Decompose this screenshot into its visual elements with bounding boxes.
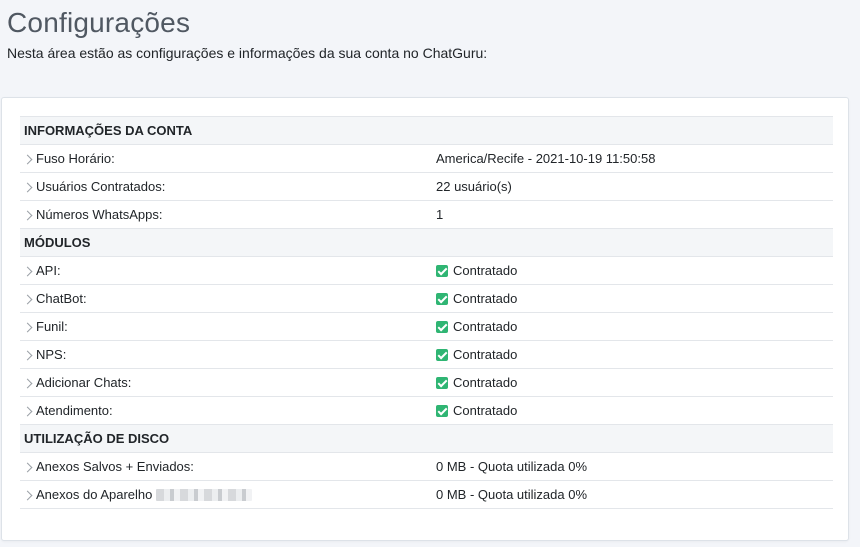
row-label: Números WhatsApps: — [36, 207, 163, 222]
chevron-right-icon — [22, 182, 33, 193]
row-label: Funil: — [36, 319, 68, 334]
table-row: Usuários Contratados: 22 usuário(s) — [20, 172, 833, 201]
chevron-right-icon — [22, 406, 33, 417]
section-heading: INFORMAÇÕES DA CONTA — [20, 116, 833, 145]
page-subtitle: Nesta área estão as configurações e info… — [7, 45, 488, 61]
table-row: Funil: Contratado — [20, 312, 833, 341]
section-modules: MÓDULOS — [20, 228, 833, 257]
section-heading: MÓDULOS — [20, 228, 833, 257]
row-label: NPS: — [36, 347, 67, 362]
row-value: 0 MB - Quota utilizada 0% — [432, 452, 833, 481]
row-label: ChatBot: — [36, 291, 87, 306]
table-row: Números WhatsApps: 1 — [20, 200, 833, 229]
chevron-right-icon — [22, 378, 33, 389]
chevron-right-icon — [22, 154, 33, 165]
check-square-icon — [436, 321, 448, 333]
row-label: Anexos Salvos + Enviados: — [36, 459, 194, 474]
row-label: Adicionar Chats: — [36, 375, 132, 390]
table-row: Anexos do Aparelho 0 MB - Quota utilizad… — [20, 480, 833, 509]
chevron-right-icon — [22, 294, 33, 305]
module-status: Contratado — [453, 291, 518, 306]
section-account-info: INFORMAÇÕES DA CONTA — [20, 116, 833, 145]
page-title: Configurações — [7, 7, 191, 38]
check-square-icon — [436, 265, 448, 277]
chevron-right-icon — [22, 210, 33, 221]
table-row: Anexos Salvos + Enviados: 0 MB - Quota u… — [20, 452, 833, 481]
chevron-right-icon — [22, 322, 33, 333]
check-square-icon — [436, 349, 448, 361]
chevron-right-icon — [22, 266, 33, 277]
table-row: Adicionar Chats: Contratado — [20, 368, 833, 397]
row-value: 22 usuário(s) — [432, 172, 833, 201]
section-disk-usage: UTILIZAÇÃO DE DISCO — [20, 424, 833, 453]
table-row: NPS: Contratado — [20, 340, 833, 369]
row-value: 0 MB - Quota utilizada 0% — [432, 480, 833, 509]
row-value: 1 — [432, 200, 833, 229]
chevron-right-icon — [22, 462, 33, 473]
section-heading: UTILIZAÇÃO DE DISCO — [20, 424, 833, 453]
module-status: Contratado — [453, 347, 518, 362]
row-label: API: — [36, 263, 61, 278]
module-status: Contratado — [453, 375, 518, 390]
chevron-right-icon — [22, 490, 33, 501]
account-info-table: INFORMAÇÕES DA CONTA Fuso Horário: Ameri… — [20, 116, 833, 509]
table-row: Atendimento: Contratado — [20, 396, 833, 425]
check-square-icon — [436, 293, 448, 305]
module-status: Contratado — [453, 403, 518, 418]
module-status: Contratado — [453, 319, 518, 334]
redacted-phone-number — [156, 489, 253, 501]
check-square-icon — [436, 377, 448, 389]
row-label: Usuários Contratados: — [36, 179, 166, 194]
table-row: ChatBot: Contratado — [20, 284, 833, 313]
module-status: Contratado — [453, 263, 518, 278]
row-value: America/Recife - 2021-10-19 11:50:58 — [432, 144, 833, 173]
row-label: Fuso Horário: — [36, 151, 115, 166]
check-square-icon — [436, 405, 448, 417]
account-settings-card: INFORMAÇÕES DA CONTA Fuso Horário: Ameri… — [1, 97, 849, 541]
table-row: API: Contratado — [20, 256, 833, 285]
chevron-right-icon — [22, 350, 33, 361]
row-label: Anexos do Aparelho — [36, 487, 153, 502]
row-label: Atendimento: — [36, 403, 113, 418]
table-row: Fuso Horário: America/Recife - 2021-10-1… — [20, 144, 833, 173]
